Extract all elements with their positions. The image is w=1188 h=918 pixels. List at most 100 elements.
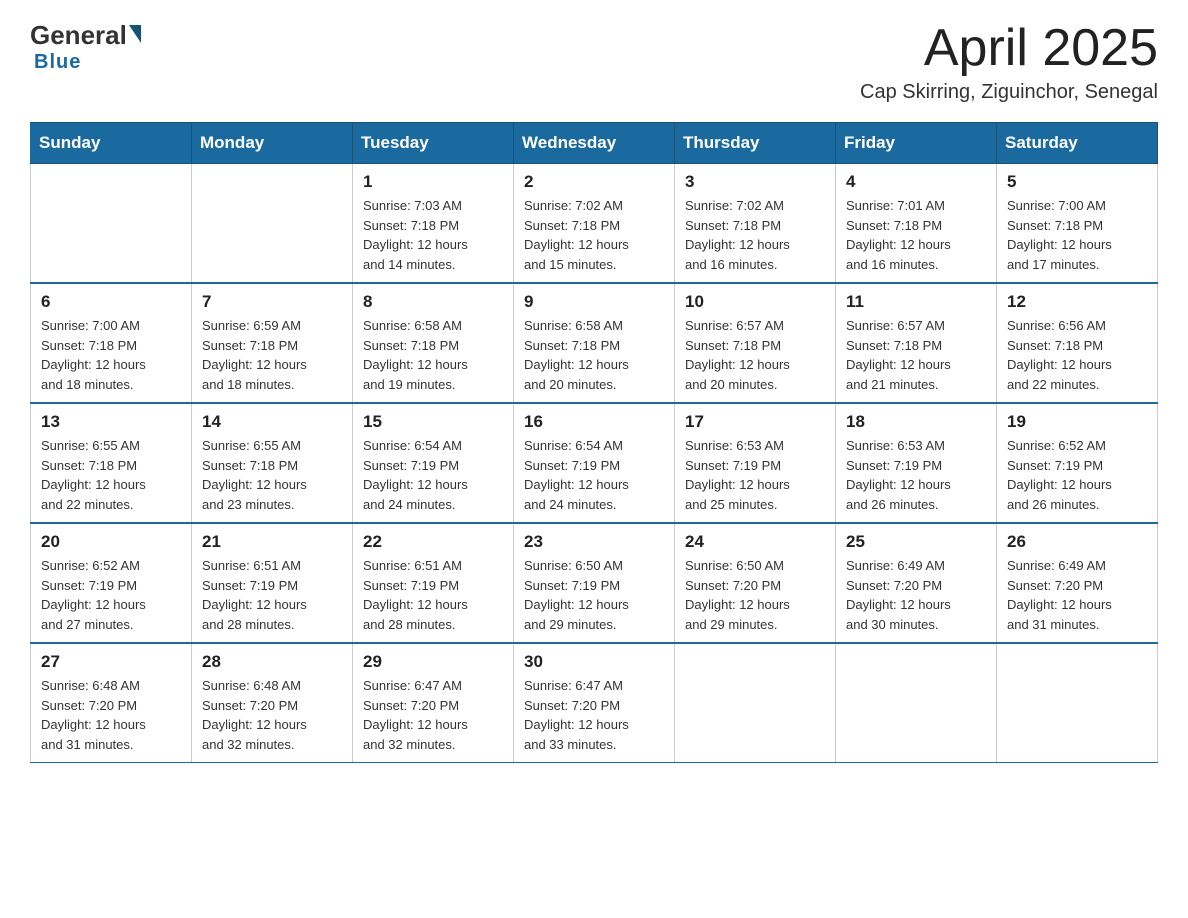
day-info: Sunrise: 6:56 AM Sunset: 7:18 PM Dayligh… xyxy=(1007,316,1147,394)
calendar-cell: 24Sunrise: 6:50 AM Sunset: 7:20 PM Dayli… xyxy=(675,523,836,643)
logo-general: General xyxy=(30,20,127,51)
header-monday: Monday xyxy=(192,123,353,164)
title-area: April 2025 Cap Skirring, Ziguinchor, Sen… xyxy=(860,20,1158,104)
day-number: 4 xyxy=(846,172,986,192)
day-info: Sunrise: 6:51 AM Sunset: 7:19 PM Dayligh… xyxy=(202,556,342,634)
header-row: SundayMondayTuesdayWednesdayThursdayFrid… xyxy=(31,123,1158,164)
page-header: General Blue April 2025 Cap Skirring, Zi… xyxy=(30,20,1158,104)
calendar-cell: 9 Sunrise: 6:58 AM Sunset: 7:18 PM Daylig… xyxy=(514,283,675,403)
day-number: 10 xyxy=(685,292,825,312)
calendar-cell: 28 Sunrise: 6:48 AM Sunset: 7:20 PM Dayli… xyxy=(192,643,353,763)
calendar-cell: 14 Sunrise: 6:55 AM Sunset: 7:18 PM Dayli… xyxy=(192,403,353,523)
calendar-cell: 30 Sunrise: 6:47 AM Sunset: 7:20 PM Dayli… xyxy=(514,643,675,763)
day-number: 30 xyxy=(524,652,664,672)
day-number: 25 xyxy=(846,532,986,552)
day-number: 14 xyxy=(202,412,342,432)
day-number: 7 xyxy=(202,292,342,312)
day-info: Sunrise: 7:02 AM Sunset: 7:18 PM Dayligh… xyxy=(524,196,664,274)
calendar-cell: 29 Sunrise: 6:47 AM Sunset: 7:20 PM Dayli… xyxy=(353,643,514,763)
day-info: Sunrise: 6:49 AM Sunset: 7:20 PM Dayligh… xyxy=(846,556,986,634)
day-info: Sunrise: 6:57 AM Sunset: 7:18 PM Dayligh… xyxy=(685,316,825,394)
calendar-cell: 20 Sunrise: 6:52 AM Sunset: 7:19 PM Dayli… xyxy=(31,523,192,643)
day-info: Sunrise: 6:58 AM Sunset: 7:18 PM Dayligh… xyxy=(363,316,503,394)
day-number: 29 xyxy=(363,652,503,672)
calendar-cell: 19 Sunrise: 6:52 AM Sunset: 7:19 PM Dayli… xyxy=(997,403,1158,523)
day-info: Sunrise: 7:02 AM Sunset: 7:18 PM Dayligh… xyxy=(685,196,825,274)
day-info: Sunrise: 6:50 AM Sunset: 7:19 PM Dayligh… xyxy=(524,556,664,634)
day-info: Sunrise: 6:53 AM Sunset: 7:19 PM Dayligh… xyxy=(685,436,825,514)
day-number: 27 xyxy=(41,652,181,672)
day-info: Sunrise: 7:01 AM Sunset: 7:18 PM Dayligh… xyxy=(846,196,986,274)
header-sunday: Sunday xyxy=(31,123,192,164)
day-info: Sunrise: 7:00 AM Sunset: 7:18 PM Dayligh… xyxy=(41,316,181,394)
calendar-cell: 16 Sunrise: 6:54 AM Sunset: 7:19 PM Dayli… xyxy=(514,403,675,523)
day-number: 8 xyxy=(363,292,503,312)
day-number: 22 xyxy=(363,532,503,552)
day-number: 21 xyxy=(202,532,342,552)
logo-triangle-icon xyxy=(129,25,141,43)
day-number: 28 xyxy=(202,652,342,672)
calendar-cell: 6 Sunrise: 7:00 AM Sunset: 7:18 PM Daylig… xyxy=(31,283,192,403)
calendar-cell xyxy=(836,643,997,763)
day-number: 9 xyxy=(524,292,664,312)
day-info: Sunrise: 6:58 AM Sunset: 7:18 PM Dayligh… xyxy=(524,316,664,394)
day-info: Sunrise: 6:52 AM Sunset: 7:19 PM Dayligh… xyxy=(1007,436,1147,514)
calendar-cell: 1Sunrise: 7:03 AM Sunset: 7:18 PM Daylig… xyxy=(353,164,514,284)
day-info: Sunrise: 6:49 AM Sunset: 7:20 PM Dayligh… xyxy=(1007,556,1147,634)
calendar-cell xyxy=(31,164,192,284)
calendar-cell: 2Sunrise: 7:02 AM Sunset: 7:18 PM Daylig… xyxy=(514,164,675,284)
calendar-cell: 3 Sunrise: 7:02 AM Sunset: 7:18 PM Daylig… xyxy=(675,164,836,284)
day-info: Sunrise: 6:48 AM Sunset: 7:20 PM Dayligh… xyxy=(202,676,342,754)
location-subtitle: Cap Skirring, Ziguinchor, Senegal xyxy=(860,81,1158,104)
calendar-cell: 23Sunrise: 6:50 AM Sunset: 7:19 PM Dayli… xyxy=(514,523,675,643)
header-wednesday: Wednesday xyxy=(514,123,675,164)
day-number: 16 xyxy=(524,412,664,432)
header-friday: Friday xyxy=(836,123,997,164)
calendar-cell: 25 Sunrise: 6:49 AM Sunset: 7:20 PM Dayli… xyxy=(836,523,997,643)
day-info: Sunrise: 6:48 AM Sunset: 7:20 PM Dayligh… xyxy=(41,676,181,754)
calendar-cell xyxy=(192,164,353,284)
day-info: Sunrise: 6:52 AM Sunset: 7:19 PM Dayligh… xyxy=(41,556,181,634)
calendar-cell: 8 Sunrise: 6:58 AM Sunset: 7:18 PM Daylig… xyxy=(353,283,514,403)
calendar-cell xyxy=(997,643,1158,763)
day-info: Sunrise: 6:55 AM Sunset: 7:18 PM Dayligh… xyxy=(41,436,181,514)
logo-blue: Blue xyxy=(34,51,81,74)
day-info: Sunrise: 7:00 AM Sunset: 7:18 PM Dayligh… xyxy=(1007,196,1147,274)
header-thursday: Thursday xyxy=(675,123,836,164)
day-number: 20 xyxy=(41,532,181,552)
logo: General Blue xyxy=(30,20,141,74)
calendar-cell: 26 Sunrise: 6:49 AM Sunset: 7:20 PM Dayli… xyxy=(997,523,1158,643)
calendar-cell: 4 Sunrise: 7:01 AM Sunset: 7:18 PM Daylig… xyxy=(836,164,997,284)
calendar-cell: 7Sunrise: 6:59 AM Sunset: 7:18 PM Daylig… xyxy=(192,283,353,403)
week-row-4: 20 Sunrise: 6:52 AM Sunset: 7:19 PM Dayli… xyxy=(31,523,1158,643)
day-number: 15 xyxy=(363,412,503,432)
calendar-cell: 10 Sunrise: 6:57 AM Sunset: 7:18 PM Dayli… xyxy=(675,283,836,403)
calendar-cell: 15 Sunrise: 6:54 AM Sunset: 7:19 PM Dayli… xyxy=(353,403,514,523)
day-info: Sunrise: 6:54 AM Sunset: 7:19 PM Dayligh… xyxy=(363,436,503,514)
day-number: 3 xyxy=(685,172,825,192)
week-row-2: 6 Sunrise: 7:00 AM Sunset: 7:18 PM Daylig… xyxy=(31,283,1158,403)
day-number: 12 xyxy=(1007,292,1147,312)
day-number: 6 xyxy=(41,292,181,312)
day-info: Sunrise: 6:47 AM Sunset: 7:20 PM Dayligh… xyxy=(524,676,664,754)
day-number: 26 xyxy=(1007,532,1147,552)
calendar-cell: 13 Sunrise: 6:55 AM Sunset: 7:18 PM Dayli… xyxy=(31,403,192,523)
calendar-cell: 17Sunrise: 6:53 AM Sunset: 7:19 PM Dayli… xyxy=(675,403,836,523)
calendar-cell: 11 Sunrise: 6:57 AM Sunset: 7:18 PM Dayli… xyxy=(836,283,997,403)
day-number: 19 xyxy=(1007,412,1147,432)
day-info: Sunrise: 6:54 AM Sunset: 7:19 PM Dayligh… xyxy=(524,436,664,514)
calendar-cell: 18Sunrise: 6:53 AM Sunset: 7:19 PM Dayli… xyxy=(836,403,997,523)
day-number: 13 xyxy=(41,412,181,432)
day-number: 18 xyxy=(846,412,986,432)
day-info: Sunrise: 6:57 AM Sunset: 7:18 PM Dayligh… xyxy=(846,316,986,394)
calendar-cell: 27 Sunrise: 6:48 AM Sunset: 7:20 PM Dayli… xyxy=(31,643,192,763)
day-info: Sunrise: 6:47 AM Sunset: 7:20 PM Dayligh… xyxy=(363,676,503,754)
day-info: Sunrise: 7:03 AM Sunset: 7:18 PM Dayligh… xyxy=(363,196,503,274)
week-row-1: 1Sunrise: 7:03 AM Sunset: 7:18 PM Daylig… xyxy=(31,164,1158,284)
day-number: 24 xyxy=(685,532,825,552)
calendar-cell: 5Sunrise: 7:00 AM Sunset: 7:18 PM Daylig… xyxy=(997,164,1158,284)
week-row-5: 27 Sunrise: 6:48 AM Sunset: 7:20 PM Dayli… xyxy=(31,643,1158,763)
day-info: Sunrise: 6:51 AM Sunset: 7:19 PM Dayligh… xyxy=(363,556,503,634)
day-info: Sunrise: 6:55 AM Sunset: 7:18 PM Dayligh… xyxy=(202,436,342,514)
day-number: 11 xyxy=(846,292,986,312)
